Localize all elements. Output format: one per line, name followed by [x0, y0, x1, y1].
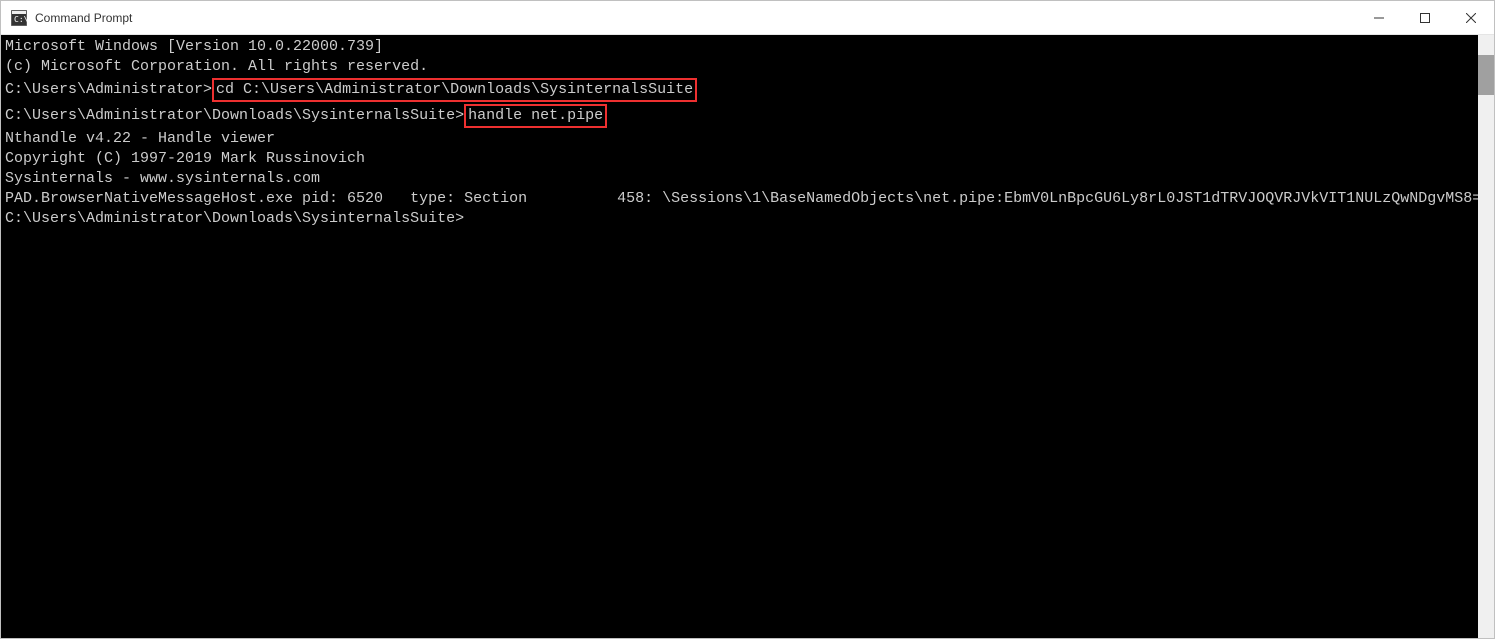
window-title: Command Prompt: [35, 11, 1356, 25]
prompt-text: C:\Users\Administrator\Downloads\Sysinte…: [5, 107, 464, 124]
output-line: (c) Microsoft Corporation. All rights re…: [5, 57, 1474, 77]
titlebar[interactable]: C:\ Command Prompt: [1, 1, 1494, 35]
scrollbar-thumb[interactable]: [1478, 55, 1494, 95]
close-button[interactable]: [1448, 1, 1494, 34]
prompt-text: C:\Users\Administrator>: [5, 81, 212, 98]
command-line-1: C:\Users\Administrator>cd C:\Users\Admin…: [5, 77, 1474, 103]
cmd-icon: C:\: [11, 10, 27, 26]
command-prompt-window: C:\ Command Prompt Microsoft Windows [Ve…: [0, 0, 1495, 639]
output-line: Microsoft Windows [Version 10.0.22000.73…: [5, 37, 1474, 57]
svg-text:C:\: C:\: [14, 15, 27, 24]
terminal-wrapper: Microsoft Windows [Version 10.0.22000.73…: [1, 35, 1494, 638]
output-line: Sysinternals - www.sysinternals.com: [5, 169, 1474, 189]
vertical-scrollbar[interactable]: [1478, 35, 1494, 638]
output-line: Nthandle v4.22 - Handle viewer: [5, 129, 1474, 149]
window-controls: [1356, 1, 1494, 34]
highlighted-command-2: handle net.pipe: [464, 104, 607, 128]
command-line-2: C:\Users\Administrator\Downloads\Sysinte…: [5, 103, 1474, 129]
prompt-line: C:\Users\Administrator\Downloads\Sysinte…: [5, 209, 1474, 229]
output-line: PAD.BrowserNativeMessageHost.exe pid: 65…: [5, 189, 1474, 209]
output-line: Copyright (C) 1997-2019 Mark Russinovich: [5, 149, 1474, 169]
minimize-button[interactable]: [1356, 1, 1402, 34]
maximize-button[interactable]: [1402, 1, 1448, 34]
highlighted-command-1: cd C:\Users\Administrator\Downloads\Sysi…: [212, 78, 697, 102]
terminal-output[interactable]: Microsoft Windows [Version 10.0.22000.73…: [1, 35, 1478, 638]
